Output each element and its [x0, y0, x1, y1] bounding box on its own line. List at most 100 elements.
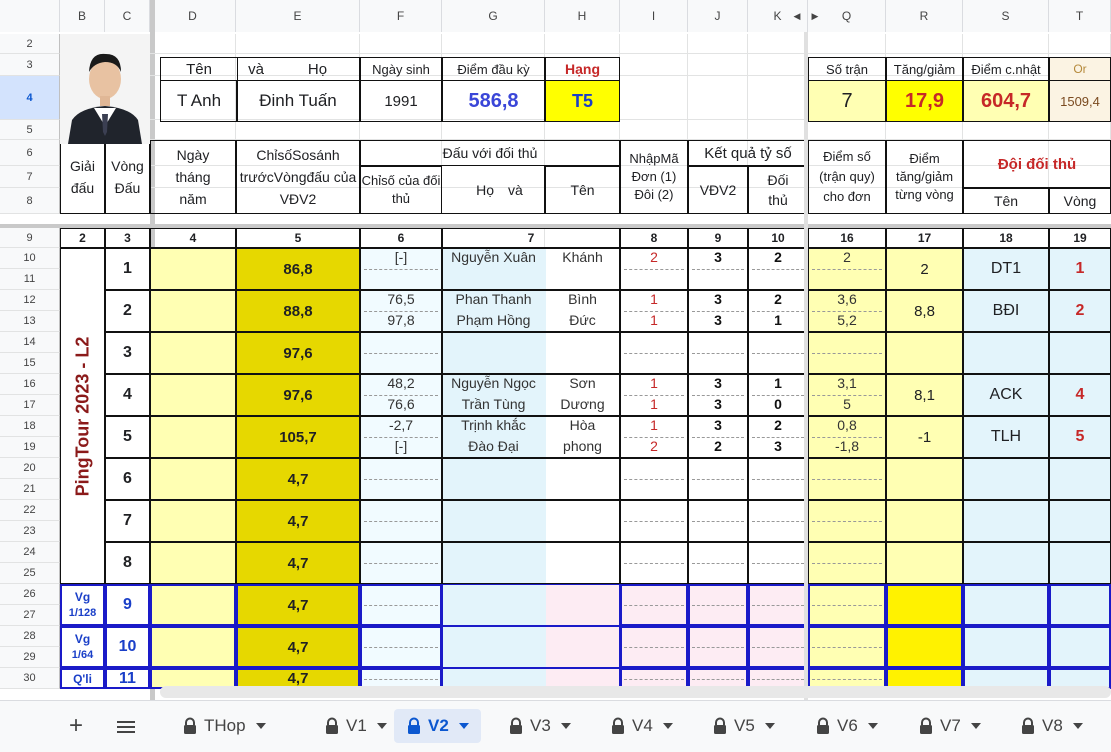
- corner-cell[interactable]: [0, 0, 60, 32]
- round-date-8[interactable]: [150, 542, 236, 584]
- column-header-F[interactable]: F: [360, 0, 442, 32]
- match-chiso-dt[interactable]: 76,6: [360, 396, 442, 415]
- match-chiso-dt[interactable]: 48,2: [360, 375, 442, 394]
- round-vong-doi-6[interactable]: [1049, 458, 1111, 500]
- round-chiso-5[interactable]: 105,7: [236, 416, 360, 458]
- sheet-tab-THop[interactable]: THop: [170, 709, 278, 743]
- grid-cell[interactable]: [688, 76, 748, 120]
- chevron-down-icon[interactable]: [458, 723, 469, 729]
- round-number-5[interactable]: 5: [105, 416, 150, 458]
- row-header-22[interactable]: 22: [0, 500, 60, 521]
- round-doi-2[interactable]: BĐI: [963, 290, 1049, 332]
- column-header-C[interactable]: C: [105, 0, 150, 32]
- row-header-30[interactable]: 30: [0, 668, 60, 689]
- round-doi-10[interactable]: [963, 626, 1049, 668]
- grid-cell[interactable]: [963, 34, 1049, 54]
- all-sheets-menu-icon[interactable]: [112, 713, 140, 741]
- match-chiso-dt[interactable]: 76,5: [360, 291, 442, 310]
- round-doi-3[interactable]: [963, 332, 1049, 374]
- round-tang-giam-7[interactable]: [886, 500, 963, 542]
- grid-cell[interactable]: [360, 120, 442, 140]
- row-header-19[interactable]: 19: [0, 437, 60, 458]
- column-header-H[interactable]: H: [545, 0, 620, 32]
- round-chiso-4[interactable]: 97,6: [236, 374, 360, 416]
- match-doithu[interactable]: 2: [748, 417, 808, 436]
- grid-cell[interactable]: [1049, 120, 1111, 140]
- grid-cell[interactable]: [236, 34, 360, 54]
- round-chiso-1[interactable]: 86,8: [236, 248, 360, 290]
- grid-cell[interactable]: [360, 34, 442, 54]
- round-date-7[interactable]: [150, 500, 236, 542]
- column-header-T[interactable]: T: [1049, 0, 1111, 32]
- row-header-25[interactable]: 25: [0, 563, 60, 584]
- round-number-9[interactable]: 9: [105, 584, 150, 626]
- round-doi-5[interactable]: TLH: [963, 416, 1049, 458]
- round-number-11[interactable]: 11: [105, 668, 150, 689]
- grid-cell[interactable]: [748, 120, 808, 140]
- round-tang-giam-3[interactable]: [886, 332, 963, 374]
- grid-cell[interactable]: [442, 34, 545, 54]
- chevron-down-icon[interactable]: [764, 723, 775, 729]
- round-number-7[interactable]: 7: [105, 500, 150, 542]
- row-header-3[interactable]: 3: [0, 54, 60, 76]
- round-tang-giam-5[interactable]: -1: [886, 416, 963, 458]
- round-vong-doi-2[interactable]: 2: [1049, 290, 1111, 332]
- row-header-7[interactable]: 7: [0, 166, 60, 188]
- match-ten[interactable]: phong: [545, 438, 620, 457]
- round-chiso-10[interactable]: 4,7: [236, 626, 360, 668]
- match-ten[interactable]: Khánh: [545, 249, 620, 268]
- row-header-10[interactable]: 10: [0, 248, 60, 269]
- grid-cell[interactable]: [963, 120, 1049, 140]
- grid-cell[interactable]: [748, 34, 808, 54]
- round-vong-doi-9[interactable]: [1049, 584, 1111, 626]
- match-ma[interactable]: 2: [620, 249, 688, 268]
- row-header-2[interactable]: 2: [0, 34, 60, 54]
- spreadsheet-grid[interactable]: B C D E F G H I J K Q R S T ◀ ▶ 2 3 4 5 6 7 8 9 10 11 12 13 14 15 16 1…: [0, 0, 1111, 700]
- round-vong-doi-8[interactable]: [1049, 542, 1111, 584]
- match-ma[interactable]: 1: [620, 291, 688, 310]
- round-vong-doi-1[interactable]: 1: [1049, 248, 1111, 290]
- column-header-B[interactable]: B: [60, 0, 105, 32]
- match-doithu[interactable]: 1: [748, 375, 808, 394]
- grid-cell[interactable]: [620, 54, 688, 76]
- row-header-4[interactable]: 4: [0, 76, 60, 120]
- match-diem[interactable]: -1,8: [808, 438, 886, 457]
- match-ten[interactable]: Sơn: [545, 375, 620, 394]
- round-chiso-3[interactable]: 97,6: [236, 332, 360, 374]
- round-doi-9[interactable]: [963, 584, 1049, 626]
- round-number-2[interactable]: 2: [105, 290, 150, 332]
- match-ten[interactable]: Dương: [545, 396, 620, 415]
- round-number-10[interactable]: 10: [105, 626, 150, 668]
- row-header-9[interactable]: 9: [0, 228, 60, 248]
- row-header-20[interactable]: 20: [0, 458, 60, 479]
- match-vdv2[interactable]: 3: [688, 291, 748, 310]
- round-vong-doi-4[interactable]: 4: [1049, 374, 1111, 416]
- row-header-11[interactable]: 11: [0, 269, 60, 290]
- row-header-12[interactable]: 12: [0, 290, 60, 311]
- round-date-1[interactable]: [150, 248, 236, 290]
- chevron-down-icon[interactable]: [255, 723, 266, 729]
- round-chiso-9[interactable]: 4,7: [236, 584, 360, 626]
- row-header-14[interactable]: 14: [0, 332, 60, 353]
- sheet-tab-V2[interactable]: V2: [394, 709, 481, 743]
- round-tang-giam-8[interactable]: [886, 542, 963, 584]
- round-tang-giam-10[interactable]: [886, 626, 963, 668]
- chevron-down-icon[interactable]: [376, 723, 387, 729]
- row-header-13[interactable]: 13: [0, 311, 60, 332]
- round-vong-doi-10[interactable]: [1049, 626, 1111, 668]
- grid-cell[interactable]: [688, 54, 748, 76]
- match-diem[interactable]: 2: [808, 249, 886, 268]
- row-header-26[interactable]: 26: [0, 584, 60, 605]
- match-vdv2[interactable]: 3: [688, 396, 748, 415]
- round-vong-doi-3[interactable]: [1049, 332, 1111, 374]
- match-diem[interactable]: 3,6: [808, 291, 886, 310]
- column-header-E[interactable]: E: [236, 0, 360, 32]
- chevron-down-icon[interactable]: [662, 723, 673, 729]
- horizontal-scrollbar[interactable]: [160, 686, 1111, 698]
- round-chiso-6[interactable]: 4,7: [236, 458, 360, 500]
- row-header-29[interactable]: 29: [0, 647, 60, 668]
- match-doithu[interactable]: 3: [748, 438, 808, 457]
- chevron-down-icon[interactable]: [560, 723, 571, 729]
- sheet-tab-V1[interactable]: V1: [312, 709, 399, 743]
- round-vong-doi-5[interactable]: 5: [1049, 416, 1111, 458]
